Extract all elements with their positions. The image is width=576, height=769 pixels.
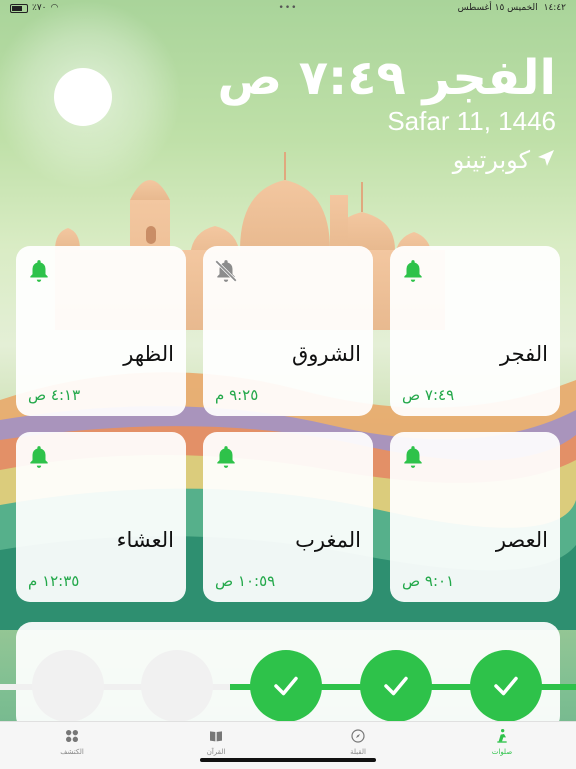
location-arrow-icon xyxy=(536,146,556,174)
status-date: الخميس ١٥ أغسطس xyxy=(457,3,538,13)
book-icon xyxy=(210,731,222,742)
prayer-name: العشاء xyxy=(116,528,174,552)
prayer-name: الظهر xyxy=(123,342,174,366)
sun-icon xyxy=(54,68,112,126)
tracker-check-1[interactable] xyxy=(470,650,542,722)
prayer-time: ٩:٠١ ص xyxy=(402,572,455,590)
prayer-time: ٧:٤٩ ص xyxy=(402,386,455,404)
bell-muted-icon[interactable] xyxy=(213,258,241,286)
checkmark-icon xyxy=(384,676,408,696)
prayer-name: المغرب xyxy=(295,528,361,552)
home-indicator[interactable] xyxy=(200,758,376,762)
prayer-card-dhuhr[interactable]: الظهر ٤:١٣ ص xyxy=(16,246,186,416)
bell-icon[interactable] xyxy=(400,258,428,286)
tab-label: القرآن xyxy=(206,748,226,756)
tab-quran[interactable]: القرآن xyxy=(176,728,256,756)
status-indicators: ٪٧٠ ◠ xyxy=(10,3,58,13)
location-row[interactable]: كوبرتينو xyxy=(453,146,556,174)
prayer-time: ١٢:٣٥ م xyxy=(28,572,80,590)
tab-prayers[interactable]: صلوات xyxy=(462,728,542,756)
tab-label: القبلة xyxy=(350,748,366,756)
grid-icon xyxy=(66,730,78,742)
tab-explore[interactable]: الكتشف xyxy=(32,728,112,756)
prayer-name: الفجر xyxy=(500,342,548,366)
battery-icon xyxy=(10,3,28,13)
prayer-card-isha[interactable]: العشاء ١٢:٣٥ م xyxy=(16,432,186,602)
prayer-time: ١٠:٥٩ ص xyxy=(215,572,276,590)
checkmark-icon xyxy=(274,676,298,696)
tab-label: الكتشف xyxy=(60,748,84,756)
wifi-icon: ◠ xyxy=(50,3,59,13)
next-prayer-title: الفجر ٧:٤٩ ص xyxy=(217,50,556,106)
tab-qibla[interactable]: القبلة xyxy=(318,728,398,756)
bell-icon[interactable] xyxy=(213,444,241,472)
prayer-card-fajr[interactable]: الفجر ٧:٤٩ ص xyxy=(390,246,560,416)
prayer-card-maghrib[interactable]: المغرب ١٠:٥٩ ص xyxy=(203,432,373,602)
tracker-pending-4[interactable] xyxy=(141,650,213,722)
tracker-check-3[interactable] xyxy=(250,650,322,722)
prayer-time: ٤:١٣ ص xyxy=(28,386,81,404)
hijri-date: Safar 11, 1446 xyxy=(387,106,556,136)
bell-icon[interactable] xyxy=(26,444,54,472)
tab-label: صلوات xyxy=(491,748,513,756)
prayer-time: ٩:٢٥ م xyxy=(215,386,259,404)
prayer-person-icon xyxy=(497,729,507,743)
compass-icon xyxy=(351,729,365,743)
battery-percent: ٪٧٠ xyxy=(32,3,47,13)
bell-icon[interactable] xyxy=(400,444,428,472)
location-label: كوبرتينو xyxy=(452,146,530,174)
tracker-pending-5[interactable] xyxy=(32,650,104,722)
prayer-name: الشروق xyxy=(292,342,361,366)
tracker-check-2[interactable] xyxy=(360,650,432,722)
multitasking-dots[interactable]: ••• xyxy=(279,3,298,13)
status-datetime: ١٤:٤٢ الخميس ١٥ أغسطس xyxy=(458,3,566,13)
status-bar: ٪٧٠ ◠ ••• ١٤:٤٢ الخميس ١٥ أغسطس xyxy=(0,0,576,16)
checkmark-icon xyxy=(494,676,518,696)
prayer-card-sunrise[interactable]: الشروق ٩:٢٥ م xyxy=(203,246,373,416)
bell-icon[interactable] xyxy=(26,258,54,286)
prayer-name: العصر xyxy=(495,528,548,552)
status-time: ١٤:٤٢ xyxy=(543,3,566,13)
prayer-card-asr[interactable]: العصر ٩:٠١ ص xyxy=(390,432,560,602)
